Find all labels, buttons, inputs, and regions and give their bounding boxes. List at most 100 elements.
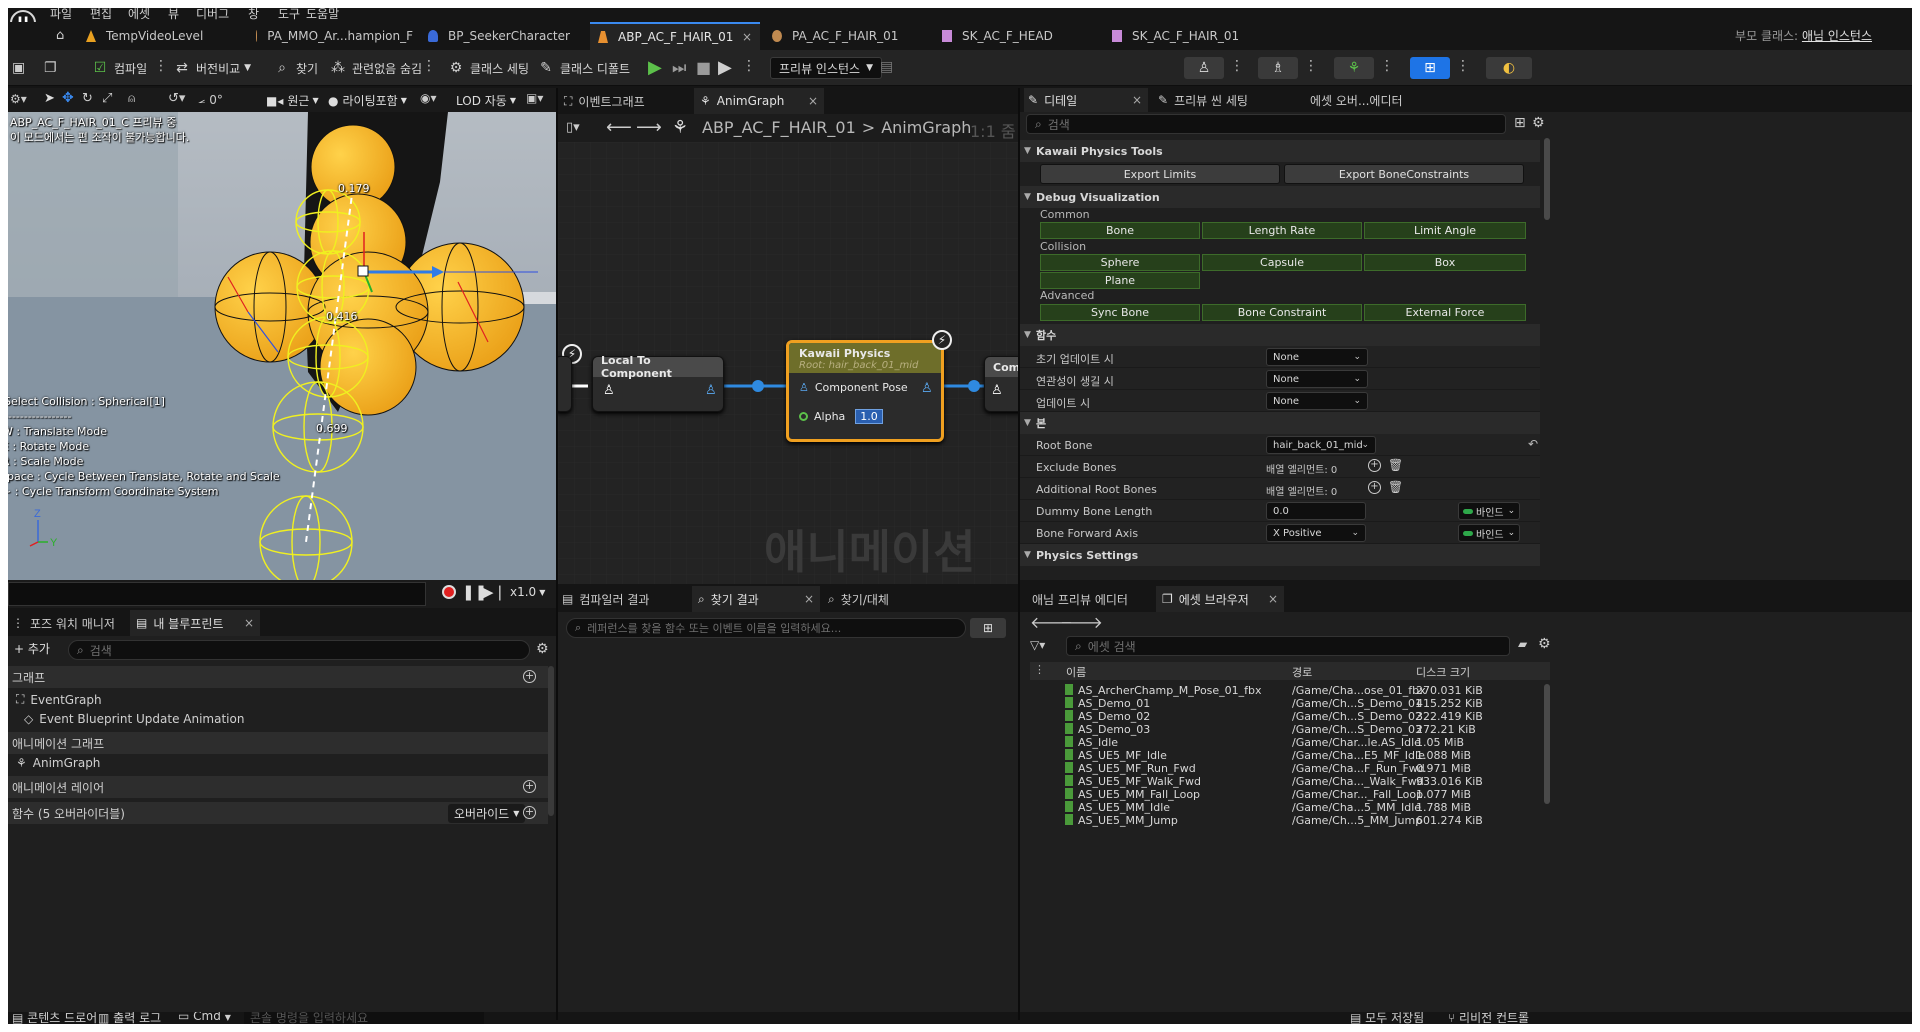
tab-anim-preview-editor[interactable]: 애님 프리뷰 에디터: [1026, 586, 1156, 612]
stop-icon[interactable]: ■: [696, 58, 711, 77]
asset-row[interactable]: AS_Demo_03/Game/Ch...S_Demo_03 272.21 KiB: [1030, 723, 1560, 736]
alpha-pin[interactable]: Alpha 1.0: [799, 409, 883, 424]
on-relevant-dropdown[interactable]: None ⌄: [1266, 370, 1368, 388]
menu-edit[interactable]: 편집: [90, 8, 112, 22]
scrollbar[interactable]: [1544, 138, 1550, 220]
blueprint-search-input[interactable]: ⌕ 검색: [68, 640, 530, 660]
close-icon[interactable]: ×: [244, 616, 254, 630]
skeleton-mode-button[interactable]: ♙: [1184, 57, 1224, 79]
tab-event-graph[interactable]: ⛶ 이벤트그래프: [564, 88, 684, 114]
eject-icon[interactable]: ▶: [718, 57, 732, 78]
asset-row[interactable]: AS_UE5_MF_Run_Fwd/Game/Cha...F_Run_Fwd 0.…: [1030, 762, 1560, 775]
limit-angle-toggle[interactable]: Limit Angle: [1364, 222, 1526, 239]
asset-row[interactable]: AS_UE5_MF_Idle/Game/Cha...E5_MF_Idle 1.08…: [1030, 749, 1560, 762]
asset-row[interactable]: AS_UE5_MF_Walk_Fwd/Game/Cha..._Walk_Fwd 9…: [1030, 775, 1560, 788]
trash-icon[interactable]: 🗑: [1388, 458, 1403, 472]
record-icon[interactable]: [442, 585, 456, 599]
playback-speed-dropdown[interactable]: x1.0 ▼: [510, 585, 545, 599]
asset-row[interactable]: AS_UE5_MM_Idle/Game/Cha...5_MM_Idle 1.788…: [1030, 801, 1560, 814]
asset-row[interactable]: AS_Idle/Game/Char...le.AS_Idle 1.05 MiB: [1030, 736, 1560, 749]
tab-find-results[interactable]: ⌕ 찾기 결과 ×: [692, 586, 820, 612]
back-arrow-icon[interactable]: ⟵: [606, 117, 632, 138]
tab-sk-head[interactable]: SK_AC_F_HEAD: [934, 22, 1099, 50]
column-picker-icon[interactable]: ⋮: [1034, 663, 1045, 676]
sync-bone-toggle[interactable]: Sync Bone: [1040, 304, 1200, 321]
asset-row[interactable]: AS_Demo_02/Game/Ch...S_Demo_02 322.419 Ki…: [1030, 710, 1560, 723]
tab-asset-browser[interactable]: ❐ 에셋 브라우저 ×: [1156, 586, 1284, 612]
coordinate-system-icon[interactable]: ⍝: [128, 91, 135, 106]
add-element-icon[interactable]: +: [1368, 481, 1381, 494]
find-in-all-button[interactable]: ⊞: [970, 618, 1006, 638]
perspective-dropdown[interactable]: ■◂ 원근 ▼: [266, 92, 319, 109]
asset-search-input[interactable]: ⌕ 에셋 검색: [1066, 636, 1510, 656]
revision-control-button[interactable]: ⑂ 리비전 컨트롤: [1448, 1012, 1529, 1024]
hide-options-icon[interactable]: ⋮: [422, 58, 436, 74]
add-layer-icon[interactable]: +: [523, 780, 536, 793]
asset-row[interactable]: AS_UE5_MM_Fall_Loop/Game/Char..._Fall_Lo…: [1030, 788, 1560, 801]
menu-help[interactable]: 도움말: [306, 8, 339, 22]
tab-my-blueprint[interactable]: ▤ 내 블루프린트 ×: [130, 610, 260, 636]
pose-output-pin-icon[interactable]: ♙: [921, 381, 933, 396]
node-kawaii-physics[interactable]: Kawaii Physics Root: hair_back_01_mid ♙ …: [786, 340, 944, 442]
tab-sk-hair[interactable]: SK_AC_F_HAIR_01: [1104, 22, 1269, 50]
rotation-snap[interactable]: ⦟ 0°: [198, 92, 223, 107]
column-path[interactable]: 경로: [1292, 664, 1312, 680]
show-eye-icon[interactable]: ◉▾: [420, 91, 437, 105]
reset-arrow-icon[interactable]: ↶: [1528, 437, 1538, 451]
cmd-dropdown[interactable]: ▭ Cmd ▼: [178, 1012, 231, 1023]
forward-arrow-icon[interactable]: ⟶: [636, 117, 662, 138]
splitter[interactable]: [1018, 88, 1020, 1020]
translate-icon[interactable]: ✥: [62, 90, 74, 106]
breadcrumb-root[interactable]: ABP_AC_F_HAIR_01: [702, 118, 856, 137]
dummy-bone-length-input[interactable]: 0.0: [1266, 502, 1366, 520]
browse-icon[interactable]: ❐: [44, 60, 57, 76]
viewport-layout-icon[interactable]: ▣▾: [526, 91, 543, 105]
gear-icon[interactable]: ⚙: [536, 641, 549, 657]
anim-graph-canvas[interactable]: ⚡ Local To Component ♙ ♙ Kawaii Physics …: [558, 142, 1018, 584]
compile-button[interactable]: ☑ 컴파일: [92, 58, 147, 78]
node-local-to-component[interactable]: Local To Component ♙ ♙: [592, 354, 724, 412]
mesh-options-icon[interactable]: ⋮: [1304, 58, 1318, 74]
lod-dropdown[interactable]: LOD 자동 ▼: [456, 92, 516, 109]
root-bone-dropdown[interactable]: hair_back_01_mid ⌄: [1266, 436, 1376, 454]
init-update-dropdown[interactable]: None ⌄: [1266, 348, 1368, 366]
override-dropdown[interactable]: 오버라이드 ▼: [448, 804, 526, 823]
asset-row[interactable]: AS_ArcherChamp_M_Pose_01_fbx/Game/Cha...…: [1030, 684, 1560, 697]
forward-axis-dropdown[interactable]: X Positive ⌄: [1266, 524, 1366, 542]
blueprint-options-icon[interactable]: ⋮: [1456, 58, 1470, 74]
rotate-icon[interactable]: ↻: [82, 91, 93, 106]
close-icon[interactable]: ×: [808, 94, 818, 108]
scrollbar[interactable]: [548, 666, 554, 816]
export-bone-constraints-button[interactable]: Export BoneConstraints: [1284, 164, 1524, 184]
details-search-input[interactable]: ⌕ 검색: [1026, 114, 1506, 134]
tab-anim-graph[interactable]: ⚘ AnimGraph ×: [694, 88, 824, 114]
tab-asset-override[interactable]: 에셋 오버...에디터: [1310, 88, 1440, 112]
column-size[interactable]: 디스크 크기: [1416, 664, 1470, 680]
mesh-mode-button[interactable]: ♗: [1258, 57, 1298, 79]
preview-instance-dropdown[interactable]: 프리뷰 인스턴스 ▼: [770, 57, 883, 79]
gear-icon[interactable]: ⚙: [1532, 115, 1545, 131]
category-bones[interactable]: ▼ 본: [1020, 412, 1540, 434]
animation-options-icon[interactable]: ⋮: [1380, 58, 1394, 74]
physics-mode-button[interactable]: ◐: [1486, 57, 1532, 79]
asset-row[interactable]: AS_UE5_MM_Jump/Game/Ch...5_MM_Jump 601.27…: [1030, 814, 1560, 827]
external-force-toggle[interactable]: External Force: [1364, 304, 1526, 321]
diff-button[interactable]: ⇄ 버전비교 ▼: [174, 58, 251, 78]
surface-snap-icon[interactable]: ↺▾: [168, 91, 185, 106]
category-functions[interactable]: ▼ 함수: [1020, 324, 1540, 346]
output-log-button[interactable]: ▥ 출력 로그: [98, 1012, 161, 1024]
console-input[interactable]: 콘솔 명령을 입력하세요: [244, 1012, 484, 1024]
folder-icon[interactable]: ▰: [1518, 637, 1527, 651]
scale-icon[interactable]: ⤢: [102, 91, 112, 106]
partial-node-left[interactable]: [558, 356, 572, 412]
blueprint-mode-button[interactable]: ⊞: [1410, 57, 1450, 79]
grid-view-icon[interactable]: ⊞: [1514, 115, 1526, 131]
splitter[interactable]: [556, 88, 558, 1020]
length-rate-toggle[interactable]: Length Rate: [1202, 222, 1362, 239]
breadcrumb-leaf[interactable]: AnimGraph: [881, 118, 971, 137]
tab-find-replace[interactable]: ⌕ 찾기/대체: [824, 586, 944, 612]
tab-pose-watch[interactable]: ⋮ 포즈 워치 매니저: [8, 610, 128, 636]
export-limits-button[interactable]: Export Limits: [1040, 164, 1280, 184]
asset-row[interactable]: AS_Demo_01/Game/Ch...S_Demo_01 415.252 Ki…: [1030, 697, 1560, 710]
forward-arrow-icon[interactable]: 🡒: [1060, 612, 1103, 632]
